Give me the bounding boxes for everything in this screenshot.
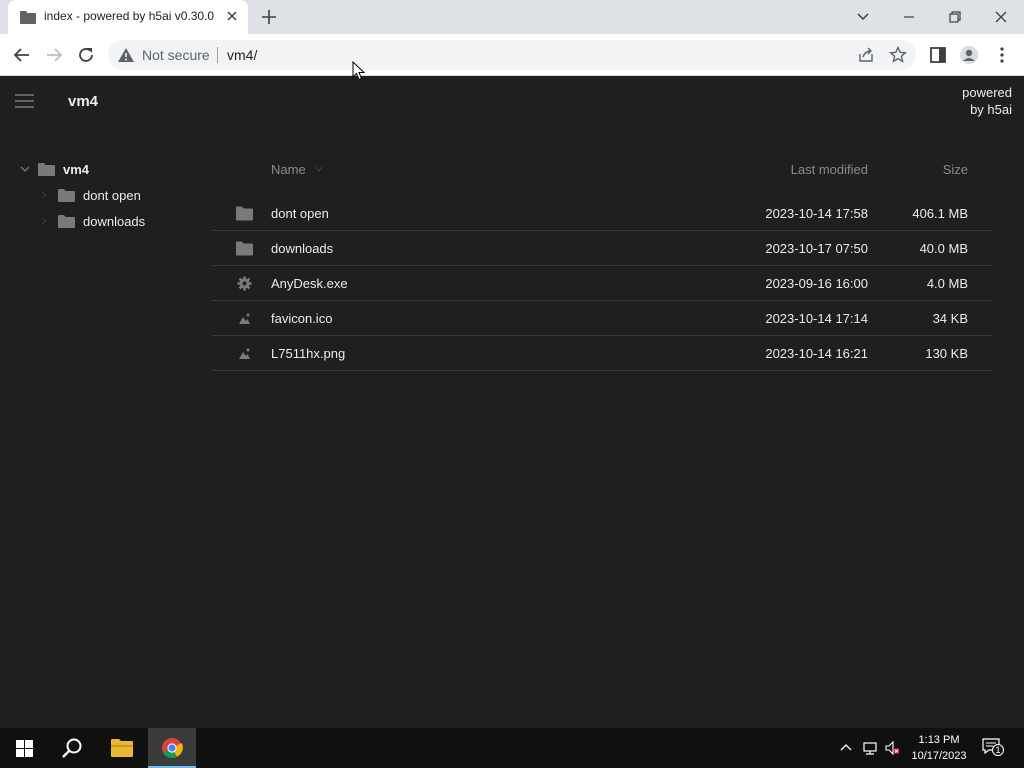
tab-strip: index - powered by h5ai v0.30.0 <box>0 0 1024 34</box>
item-modified: 2023-10-14 17:58 <box>765 206 868 221</box>
mouse-cursor-icon <box>352 61 366 81</box>
tab-title: index - powered by h5ai v0.30.0 <box>44 9 214 23</box>
more-menu-icon[interactable] <box>992 45 1012 65</box>
item-size: 34 KB <box>932 311 968 326</box>
sort-caret-icon[interactable] <box>315 166 323 172</box>
item-size: 406.1 MB <box>912 206 968 221</box>
browser-tab[interactable]: index - powered by h5ai v0.30.0 <box>8 0 248 34</box>
security-status[interactable]: Not secure <box>142 47 210 63</box>
item-name[interactable]: favicon.ico <box>271 311 332 326</box>
search-button[interactable] <box>48 728 96 768</box>
item-size: 130 KB <box>925 346 968 361</box>
folder-icon <box>58 215 75 228</box>
url-text[interactable]: vm4/ <box>227 47 257 63</box>
gear-icon <box>237 276 252 291</box>
breadcrumb[interactable]: vm4 <box>68 93 98 110</box>
tree-root[interactable]: vm4 <box>20 159 190 181</box>
folder-icon <box>236 241 253 256</box>
tree-item-downloads[interactable]: downloads <box>40 211 190 233</box>
file-explorer-icon <box>111 739 133 757</box>
close-tab-icon[interactable] <box>224 8 240 24</box>
chevron-right-icon[interactable] <box>40 191 48 199</box>
list-item[interactable]: downloads 2023-10-17 07:50 40.0 MB <box>212 231 992 266</box>
column-size[interactable]: Size <box>943 162 968 177</box>
bookmark-star-icon[interactable] <box>889 46 907 64</box>
chevron-down-icon[interactable] <box>20 165 30 173</box>
browser-toolbar: Not secure vm4/ <box>0 34 1024 76</box>
list-item[interactable]: AnyDesk.exe 2023-09-16 16:00 4.0 MB <box>212 266 992 301</box>
close-window-icon[interactable] <box>990 6 1012 28</box>
list-header: Name Last modified Size <box>212 157 992 181</box>
chevron-right-icon[interactable] <box>40 217 48 225</box>
address-bar[interactable]: Not secure vm4/ <box>108 40 916 70</box>
list-item[interactable]: L7511hx.png 2023-10-14 16:21 130 KB <box>212 336 992 371</box>
folder-icon <box>236 206 253 221</box>
notification-count-badge: 1 <box>992 744 1004 756</box>
omnibox-divider <box>217 47 218 63</box>
tree-root-label: vm4 <box>63 162 90 177</box>
chevron-up-icon[interactable] <box>838 740 854 756</box>
share-icon[interactable] <box>857 46 875 64</box>
chrome-icon <box>162 738 183 759</box>
network-icon[interactable] <box>862 740 878 756</box>
volume-muted-icon[interactable] <box>884 740 900 756</box>
item-modified: 2023-09-16 16:00 <box>765 276 868 291</box>
item-size: 40.0 MB <box>919 241 968 256</box>
search-icon <box>62 738 82 758</box>
clock-date: 10/17/2023 <box>911 750 967 762</box>
tree-item-dont-open[interactable]: dont open <box>40 185 190 207</box>
forward-icon[interactable] <box>44 45 64 65</box>
item-name[interactable]: AnyDesk.exe <box>271 276 348 291</box>
item-name[interactable]: dont open <box>271 206 329 221</box>
tree-item-label: downloads <box>83 214 146 229</box>
system-clock[interactable]: 1:13 PM 10/17/2023 <box>908 732 970 764</box>
image-icon <box>239 313 250 324</box>
windows-logo-icon <box>16 740 33 757</box>
tree-item-label: dont open <box>83 188 141 203</box>
powered-by-link[interactable]: powered by h5ai <box>962 84 1012 118</box>
clock-time: 1:13 PM <box>918 734 960 746</box>
file-explorer-button[interactable] <box>98 728 146 768</box>
powered-line-1: powered <box>962 85 1012 100</box>
folder-icon <box>20 11 36 24</box>
profile-avatar-icon[interactable] <box>959 45 979 65</box>
item-modified: 2023-10-14 16:21 <box>765 346 868 361</box>
minimize-icon[interactable] <box>898 6 920 28</box>
item-name[interactable]: downloads <box>271 241 333 256</box>
item-modified: 2023-10-14 17:14 <box>765 311 868 326</box>
list-item[interactable]: dont open 2023-10-14 17:58 406.1 MB <box>212 196 992 231</box>
chrome-taskbar-button[interactable] <box>148 728 196 768</box>
side-panel-icon[interactable] <box>928 45 948 65</box>
warning-icon[interactable] <box>118 48 134 62</box>
back-icon[interactable] <box>12 45 32 65</box>
item-size: 4.0 MB <box>926 276 968 291</box>
action-center-button[interactable]: 1 <box>982 738 1004 758</box>
powered-line-2: by h5ai <box>970 102 1012 117</box>
hamburger-menu-icon[interactable] <box>15 94 34 108</box>
h5ai-page: vm4 powered by h5ai vm4 dont open downlo… <box>0 77 1024 728</box>
image-icon <box>239 348 250 359</box>
item-name[interactable]: L7511hx.png <box>271 346 345 361</box>
list-item[interactable]: favicon.ico 2023-10-14 17:14 34 KB <box>212 301 992 336</box>
restore-icon[interactable] <box>944 6 966 28</box>
reload-icon[interactable] <box>76 45 96 65</box>
tab-search-icon[interactable] <box>852 6 874 28</box>
folder-icon <box>58 189 75 202</box>
column-last-modified[interactable]: Last modified <box>791 162 868 177</box>
folder-icon <box>38 163 55 176</box>
column-name[interactable]: Name <box>271 162 306 177</box>
taskbar: 1:13 PM 10/17/2023 1 <box>0 728 1024 768</box>
start-button[interactable] <box>0 728 48 768</box>
item-modified: 2023-10-17 07:50 <box>765 241 868 256</box>
new-tab-icon[interactable] <box>260 8 278 26</box>
